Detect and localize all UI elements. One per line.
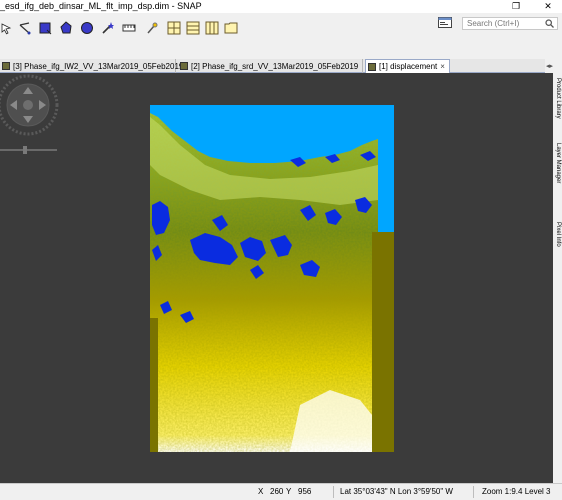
tab-phase-ifg-srd[interactable]: [2] Phase_ifg_srd_VV_13Mar2019_05Feb2019 xyxy=(178,59,363,73)
tab-label: [2] Phase_ifg_srd_VV_13Mar2019_05Feb2019 xyxy=(191,61,359,71)
restore-button[interactable]: ❐ xyxy=(502,0,530,13)
image-view[interactable] xyxy=(0,73,553,483)
tile-vertically-icon[interactable] xyxy=(205,21,219,35)
tile-horizontally-icon[interactable] xyxy=(186,21,200,35)
close-icon: ✕ xyxy=(544,1,552,11)
title-bar: _esd_ifg_deb_dinsar_ML_flt_imp_dsp.dim -… xyxy=(0,0,562,13)
nodata-strip-right xyxy=(372,232,394,452)
side-tab-layer-manager[interactable]: Layer Manager xyxy=(555,143,561,183)
status-bar: X 260 Y 956 Lat 35°03'43" N Lon 3°59'50"… xyxy=(0,483,562,500)
close-button[interactable]: ✕ xyxy=(534,0,562,13)
tab-phase-ifg-iw2[interactable]: [3] Phase_ifg_IW2_VV_13Mar2019_05Feb2019 xyxy=(0,59,183,73)
status-zoom: Zoom 1:9.4 Level 3 xyxy=(482,487,551,496)
side-tab-pixel-info[interactable]: Pixel Info xyxy=(555,222,561,247)
band-image-icon xyxy=(368,62,376,71)
tile-evenly-icon[interactable] xyxy=(167,21,181,35)
navigation-control-icon[interactable] xyxy=(0,73,60,158)
tab-scroll-icon[interactable]: ◂▸ xyxy=(546,59,562,73)
draw-ellipse-icon[interactable] xyxy=(80,21,94,35)
search-placeholder: Search (Ctrl+I) xyxy=(467,19,520,28)
status-x-label: X xyxy=(258,487,264,496)
displacement-raster xyxy=(150,105,394,452)
search-input[interactable]: Search (Ctrl+I) xyxy=(462,17,558,30)
band-image-icon xyxy=(2,62,10,70)
status-lat-lon: Lat 35°03'43" N Lon 3°59'50" W xyxy=(340,487,453,496)
tab-label: [3] Phase_ifg_IW2_VV_13Mar2019_05Feb2019 xyxy=(13,61,184,71)
tab-close-icon[interactable]: × xyxy=(440,62,445,71)
status-x-value: 260 xyxy=(270,487,284,496)
window-title: _esd_ifg_deb_dinsar_ML_flt_imp_dsp.dim -… xyxy=(0,1,202,11)
status-y-value: 956 xyxy=(298,487,312,496)
status-y-label: Y xyxy=(286,487,292,496)
tile-single-icon[interactable] xyxy=(224,21,238,35)
side-tab-product-library[interactable]: Product Library xyxy=(555,78,561,119)
status-divider xyxy=(333,486,334,498)
magic-wand-icon[interactable] xyxy=(101,21,115,35)
right-side-panel xyxy=(553,73,562,483)
status-divider xyxy=(473,486,474,498)
tab-label: [1] displacement xyxy=(379,62,438,71)
draw-polygon-icon[interactable] xyxy=(59,21,73,35)
range-finder-icon[interactable] xyxy=(122,21,136,35)
draw-rectangle-icon[interactable] xyxy=(38,21,52,35)
band-image-icon xyxy=(180,62,188,70)
draw-line-icon[interactable] xyxy=(18,21,32,35)
tab-displacement[interactable]: [1] displacement × xyxy=(365,59,450,73)
pan-tool-icon[interactable] xyxy=(0,21,14,35)
pin-tool-icon[interactable] xyxy=(145,21,159,35)
output-window-icon[interactable] xyxy=(438,17,452,28)
restore-icon: ❐ xyxy=(511,1,521,11)
document-tab-bar: [3] Phase_ifg_IW2_VV_13Mar2019_05Feb2019… xyxy=(0,59,545,73)
search-icon[interactable] xyxy=(545,19,554,30)
nodata-strip-left xyxy=(150,318,158,452)
